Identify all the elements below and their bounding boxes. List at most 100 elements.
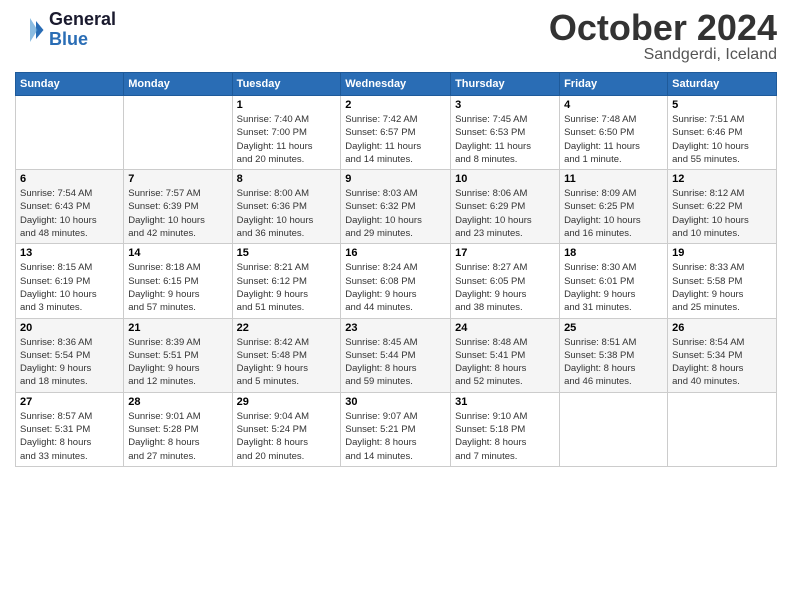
day-info: Sunrise: 8:54 AM Sunset: 5:34 PM Dayligh… (672, 336, 772, 389)
weekday-header: Friday (560, 73, 668, 96)
day-info: Sunrise: 8:51 AM Sunset: 5:38 PM Dayligh… (564, 336, 663, 389)
weekday-header: Wednesday (341, 73, 451, 96)
calendar-cell: 2 Sunrise: 7:42 AM Sunset: 6:57 PM Daylig… (341, 96, 451, 170)
calendar-cell: 3 Sunrise: 7:45 AM Sunset: 6:53 PM Daylig… (451, 96, 560, 170)
day-info: Sunrise: 8:24 AM Sunset: 6:08 PM Dayligh… (345, 261, 446, 314)
calendar-header-row: SundayMondayTuesdayWednesdayThursdayFrid… (16, 73, 777, 96)
title-block: October 2024 Sandgerdi, Iceland (549, 10, 777, 64)
logo: General Blue (15, 10, 116, 50)
calendar-cell: 8 Sunrise: 8:00 AM Sunset: 6:36 PM Daylig… (232, 170, 341, 244)
calendar-cell (124, 96, 232, 170)
day-info: Sunrise: 7:54 AM Sunset: 6:43 PM Dayligh… (20, 187, 119, 240)
day-info: Sunrise: 9:01 AM Sunset: 5:28 PM Dayligh… (128, 410, 227, 463)
day-number: 8 (237, 173, 337, 185)
day-number: 21 (128, 322, 227, 334)
weekday-header: Tuesday (232, 73, 341, 96)
day-number: 11 (564, 173, 663, 185)
day-number: 24 (455, 322, 555, 334)
day-info: Sunrise: 8:00 AM Sunset: 6:36 PM Dayligh… (237, 187, 337, 240)
day-info: Sunrise: 7:45 AM Sunset: 6:53 PM Dayligh… (455, 113, 555, 166)
weekday-header: Monday (124, 73, 232, 96)
day-info: Sunrise: 8:45 AM Sunset: 5:44 PM Dayligh… (345, 336, 446, 389)
calendar-cell: 17Sunrise: 8:27 AM Sunset: 6:05 PM Dayli… (451, 244, 560, 318)
day-number: 29 (237, 396, 337, 408)
day-info: Sunrise: 8:36 AM Sunset: 5:54 PM Dayligh… (20, 336, 119, 389)
calendar-cell: 4 Sunrise: 7:48 AM Sunset: 6:50 PM Daylig… (560, 96, 668, 170)
logo-icon (15, 15, 45, 45)
calendar-cell: 1 Sunrise: 7:40 AM Sunset: 7:00 PM Daylig… (232, 96, 341, 170)
day-number: 3 (455, 99, 555, 111)
calendar-cell: 5Sunrise: 7:51 AM Sunset: 6:46 PM Daylig… (668, 96, 777, 170)
day-number: 19 (672, 247, 772, 259)
day-info: Sunrise: 7:57 AM Sunset: 6:39 PM Dayligh… (128, 187, 227, 240)
calendar-cell: 21 Sunrise: 8:39 AM Sunset: 5:51 PM Dayli… (124, 318, 232, 392)
day-info: Sunrise: 8:39 AM Sunset: 5:51 PM Dayligh… (128, 336, 227, 389)
day-info: Sunrise: 8:21 AM Sunset: 6:12 PM Dayligh… (237, 261, 337, 314)
calendar-week-row: 27Sunrise: 8:57 AM Sunset: 5:31 PM Dayli… (16, 392, 777, 466)
calendar-cell: 6 Sunrise: 7:54 AM Sunset: 6:43 PM Daylig… (16, 170, 124, 244)
calendar-cell: 10 Sunrise: 8:06 AM Sunset: 6:29 PM Dayli… (451, 170, 560, 244)
page-container: General Blue October 2024 Sandgerdi, Ice… (0, 0, 792, 477)
weekday-header: Thursday (451, 73, 560, 96)
day-info: Sunrise: 7:42 AM Sunset: 6:57 PM Dayligh… (345, 113, 446, 166)
day-number: 22 (237, 322, 337, 334)
day-info: Sunrise: 8:12 AM Sunset: 6:22 PM Dayligh… (672, 187, 772, 240)
day-number: 1 (237, 99, 337, 111)
day-info: Sunrise: 8:33 AM Sunset: 5:58 PM Dayligh… (672, 261, 772, 314)
day-number: 2 (345, 99, 446, 111)
calendar-cell: 7 Sunrise: 7:57 AM Sunset: 6:39 PM Daylig… (124, 170, 232, 244)
calendar-week-row: 13Sunrise: 8:15 AM Sunset: 6:19 PM Dayli… (16, 244, 777, 318)
day-number: 7 (128, 173, 227, 185)
calendar-cell: 26 Sunrise: 8:54 AM Sunset: 5:34 PM Dayli… (668, 318, 777, 392)
weekday-header: Sunday (16, 73, 124, 96)
calendar-cell (560, 392, 668, 466)
day-number: 25 (564, 322, 663, 334)
calendar-cell: 22 Sunrise: 8:42 AM Sunset: 5:48 PM Dayli… (232, 318, 341, 392)
calendar-cell: 29 Sunrise: 9:04 AM Sunset: 5:24 PM Dayli… (232, 392, 341, 466)
day-number: 18 (564, 247, 663, 259)
day-info: Sunrise: 9:07 AM Sunset: 5:21 PM Dayligh… (345, 410, 446, 463)
calendar-cell: 14Sunrise: 8:18 AM Sunset: 6:15 PM Dayli… (124, 244, 232, 318)
weekday-header: Saturday (668, 73, 777, 96)
day-info: Sunrise: 9:10 AM Sunset: 5:18 PM Dayligh… (455, 410, 555, 463)
calendar-cell: 9 Sunrise: 8:03 AM Sunset: 6:32 PM Daylig… (341, 170, 451, 244)
day-number: 31 (455, 396, 555, 408)
day-info: Sunrise: 8:03 AM Sunset: 6:32 PM Dayligh… (345, 187, 446, 240)
day-number: 10 (455, 173, 555, 185)
day-number: 9 (345, 173, 446, 185)
day-info: Sunrise: 8:09 AM Sunset: 6:25 PM Dayligh… (564, 187, 663, 240)
calendar-cell: 19 Sunrise: 8:33 AM Sunset: 5:58 PM Dayli… (668, 244, 777, 318)
day-info: Sunrise: 8:15 AM Sunset: 6:19 PM Dayligh… (20, 261, 119, 314)
calendar-cell: 18Sunrise: 8:30 AM Sunset: 6:01 PM Dayli… (560, 244, 668, 318)
day-info: Sunrise: 8:48 AM Sunset: 5:41 PM Dayligh… (455, 336, 555, 389)
calendar-cell: 27Sunrise: 8:57 AM Sunset: 5:31 PM Dayli… (16, 392, 124, 466)
day-number: 26 (672, 322, 772, 334)
day-number: 12 (672, 173, 772, 185)
day-info: Sunrise: 7:48 AM Sunset: 6:50 PM Dayligh… (564, 113, 663, 166)
month-title: October 2024 (549, 10, 777, 46)
day-info: Sunrise: 8:18 AM Sunset: 6:15 PM Dayligh… (128, 261, 227, 314)
calendar-cell: 23Sunrise: 8:45 AM Sunset: 5:44 PM Dayli… (341, 318, 451, 392)
page-header: General Blue October 2024 Sandgerdi, Ice… (15, 10, 777, 64)
day-info: Sunrise: 8:42 AM Sunset: 5:48 PM Dayligh… (237, 336, 337, 389)
calendar-week-row: 20Sunrise: 8:36 AM Sunset: 5:54 PM Dayli… (16, 318, 777, 392)
calendar-cell: 13Sunrise: 8:15 AM Sunset: 6:19 PM Dayli… (16, 244, 124, 318)
day-number: 6 (20, 173, 119, 185)
calendar-cell: 12 Sunrise: 8:12 AM Sunset: 6:22 PM Dayli… (668, 170, 777, 244)
day-number: 15 (237, 247, 337, 259)
day-info: Sunrise: 8:57 AM Sunset: 5:31 PM Dayligh… (20, 410, 119, 463)
logo-line1: General (49, 10, 116, 30)
day-info: Sunrise: 9:04 AM Sunset: 5:24 PM Dayligh… (237, 410, 337, 463)
calendar-cell: 16Sunrise: 8:24 AM Sunset: 6:08 PM Dayli… (341, 244, 451, 318)
calendar-cell: 25 Sunrise: 8:51 AM Sunset: 5:38 PM Dayli… (560, 318, 668, 392)
day-number: 4 (564, 99, 663, 111)
day-info: Sunrise: 8:27 AM Sunset: 6:05 PM Dayligh… (455, 261, 555, 314)
day-number: 5 (672, 99, 772, 111)
location: Sandgerdi, Iceland (549, 46, 777, 64)
day-info: Sunrise: 8:06 AM Sunset: 6:29 PM Dayligh… (455, 187, 555, 240)
calendar-cell: 30 Sunrise: 9:07 AM Sunset: 5:21 PM Dayli… (341, 392, 451, 466)
day-number: 30 (345, 396, 446, 408)
calendar-cell (668, 392, 777, 466)
calendar-cell (16, 96, 124, 170)
day-info: Sunrise: 7:40 AM Sunset: 7:00 PM Dayligh… (237, 113, 337, 166)
